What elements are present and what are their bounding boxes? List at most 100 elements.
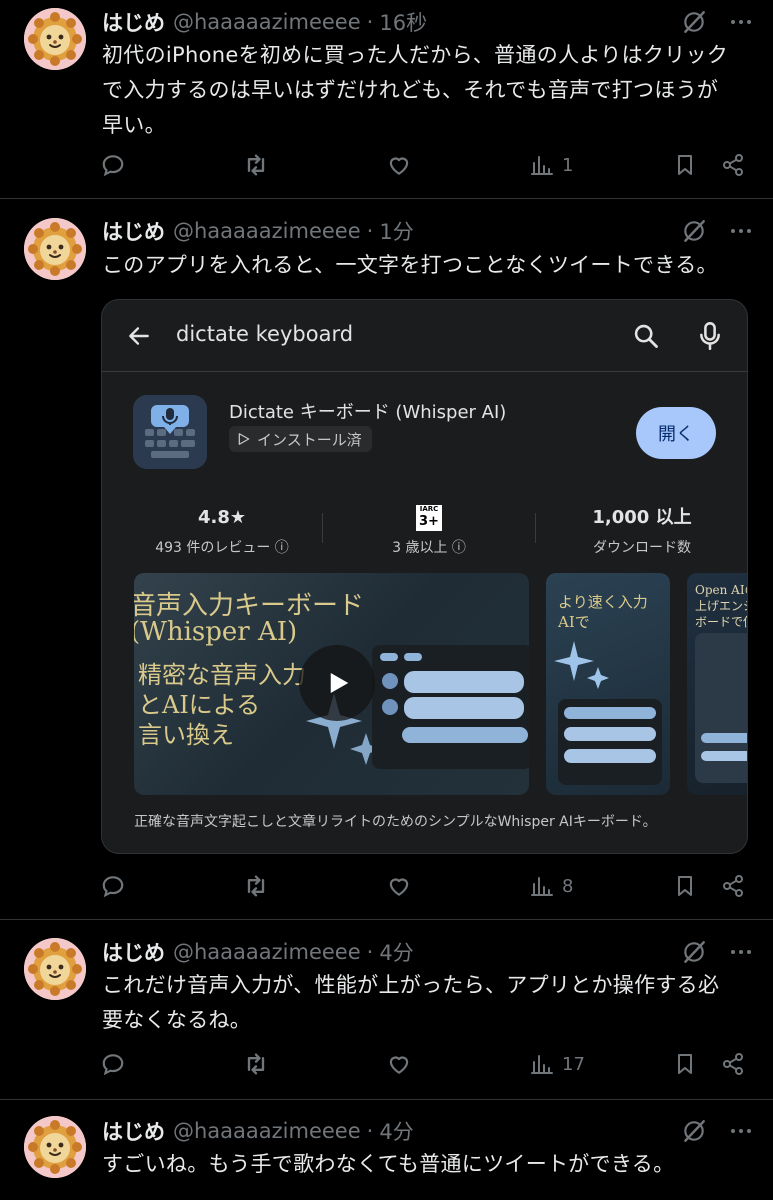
grok-icon[interactable]	[681, 1118, 707, 1144]
more-icon[interactable]	[729, 219, 753, 243]
play-store-icon	[238, 433, 250, 445]
screenshot-caption: ボードで使	[695, 615, 747, 629]
tweet-text-line: これだけ音声入力が、性能が上がったら、アプリとか操作する必	[102, 973, 720, 997]
reply-button[interactable]	[100, 868, 126, 904]
reply-icon	[100, 873, 126, 899]
reply-button[interactable]	[100, 147, 126, 183]
timestamp[interactable]: 4分	[379, 1116, 413, 1146]
avatar[interactable]	[24, 1116, 86, 1178]
separator-dot: ·	[366, 10, 374, 34]
bookmark-button[interactable]	[673, 1046, 697, 1082]
tweet-text-line: 要なくなるね。	[102, 1008, 252, 1032]
like-icon	[386, 873, 412, 899]
timestamp[interactable]: 1分	[379, 216, 413, 246]
separator-dot: ·	[366, 219, 374, 243]
views-button[interactable]: 17	[530, 1046, 585, 1082]
screenshot-caption: より速く入力	[558, 593, 648, 611]
grok-icon[interactable]	[681, 9, 707, 35]
retweet-button[interactable]	[242, 1046, 270, 1082]
action-bar: 17	[100, 1046, 750, 1082]
action-bar: 8	[100, 868, 750, 904]
retweet-icon	[242, 1050, 270, 1078]
author-name[interactable]: はじめ	[102, 937, 165, 967]
rating-stat: 4.8★ 493 件のレビュー ⓘ	[122, 505, 322, 557]
tweet[interactable]: はじめ @haaaaazimeeee · 4分 これだけ音声入力が、性能が上がっ…	[0, 920, 773, 1100]
views-button[interactable]: 1	[530, 147, 573, 183]
tweet[interactable]: はじめ @haaaaazimeeee · 4分 すごいね。もう手で歌わなくても普…	[0, 1100, 773, 1200]
avatar[interactable]	[24, 218, 86, 280]
timestamp[interactable]: 4分	[379, 937, 413, 967]
stat-divider	[535, 513, 536, 543]
app-description: 正確な音声文字起こしと文章リライトのためのシンプルなWhisper AIキーボー…	[134, 814, 657, 830]
tweet-header: はじめ @haaaaazimeeee · 4分	[102, 937, 753, 967]
tweet-text-line: すごいね。もう手で歌わなくても普通にツイートができる。	[102, 1152, 675, 1176]
tweet-text-line: このアプリを入れると、一文字を打つことなくツイートできる。	[102, 253, 718, 277]
open-app-button: 開く	[636, 407, 716, 459]
reply-button[interactable]	[100, 1046, 126, 1082]
attached-image[interactable]: dictate keyboard Dictate キーボード (Whisper …	[101, 299, 748, 854]
age-rating-badge: 3+	[419, 514, 439, 529]
avatar[interactable]	[24, 8, 86, 70]
tweet[interactable]: はじめ @haaaaazimeeee · 1分 このアプリを入れると、一文字を打…	[0, 199, 773, 920]
screenshot-caption: Open AIの	[695, 583, 747, 597]
bookmark-icon	[673, 153, 697, 177]
grok-icon[interactable]	[681, 939, 707, 965]
avatar[interactable]	[24, 938, 86, 1000]
share-button[interactable]	[721, 147, 745, 183]
installed-badge: インストール済	[229, 426, 372, 452]
mic-icon	[700, 322, 720, 350]
like-button[interactable]	[386, 147, 412, 183]
retweet-button[interactable]	[242, 868, 270, 904]
like-button[interactable]	[386, 868, 412, 904]
views-button[interactable]: 8	[530, 868, 573, 904]
author-name[interactable]: はじめ	[102, 216, 165, 246]
author-handle[interactable]: @haaaaazimeeee	[173, 1119, 361, 1143]
search-icon	[634, 324, 658, 348]
tweet-text: すごいね。もう手で歌わなくても普通にツイートができる。	[102, 1147, 752, 1182]
play-icon	[299, 645, 375, 721]
tweet-header: はじめ @haaaaazimeeee · 1分	[102, 216, 753, 246]
review-count: 493 件のレビュー ⓘ	[155, 540, 289, 556]
tweet-text-line: で入力するのは早いはずだけれども、それでも音声で打つほうが	[102, 78, 719, 102]
age-rating-top: IARC	[419, 505, 439, 513]
tweet-header: はじめ @haaaaazimeeee · 16秒	[102, 7, 753, 37]
views-count: 1	[562, 154, 574, 176]
tweet[interactable]: はじめ @haaaaazimeeee · 16秒 初代のiPhoneを初めに買っ…	[0, 0, 773, 199]
author-handle[interactable]: @haaaaazimeeee	[173, 10, 361, 34]
preview-screenshot: Open AIの 上げエンジ ボードで使	[687, 573, 747, 795]
more-icon[interactable]	[729, 1119, 753, 1143]
tweet-text-line: 早い。	[102, 113, 166, 137]
share-button[interactable]	[721, 868, 745, 904]
retweet-button[interactable]	[242, 147, 270, 183]
timestamp[interactable]: 16秒	[379, 7, 427, 37]
share-button[interactable]	[721, 1046, 745, 1082]
phone-mockup	[695, 633, 747, 783]
share-icon	[721, 1052, 745, 1076]
more-icon[interactable]	[729, 10, 753, 34]
author-name[interactable]: はじめ	[102, 7, 165, 37]
views-icon	[530, 1052, 554, 1076]
app-name: Dictate キーボード (Whisper AI)	[229, 402, 507, 423]
bookmark-icon	[673, 1052, 697, 1076]
age-rating-icon: IARC 3+	[329, 505, 529, 531]
views-icon	[530, 153, 554, 177]
author-name[interactable]: はじめ	[102, 1116, 165, 1146]
rating-value: 4.8★	[197, 507, 247, 528]
tweet-text: このアプリを入れると、一文字を打つことなくツイートできる。	[102, 248, 752, 283]
like-button[interactable]	[386, 1046, 412, 1082]
reply-icon	[100, 1051, 126, 1077]
keyboard-mockup	[372, 645, 529, 769]
views-count: 8	[562, 875, 574, 897]
bookmark-button[interactable]	[673, 868, 697, 904]
retweet-icon	[242, 872, 270, 900]
age-stat: IARC 3+ 3 歳以上 ⓘ	[329, 505, 529, 557]
grok-icon[interactable]	[681, 218, 707, 244]
preview-screenshot: より速く入力 AIで	[546, 573, 670, 795]
bookmark-button[interactable]	[673, 147, 697, 183]
author-handle[interactable]: @haaaaazimeeee	[173, 219, 361, 243]
downloads-value: 1,000 以上	[592, 507, 692, 528]
share-icon	[721, 153, 745, 177]
more-icon[interactable]	[729, 940, 753, 964]
author-handle[interactable]: @haaaaazimeeee	[173, 940, 361, 964]
separator-dot: ·	[366, 1119, 374, 1143]
